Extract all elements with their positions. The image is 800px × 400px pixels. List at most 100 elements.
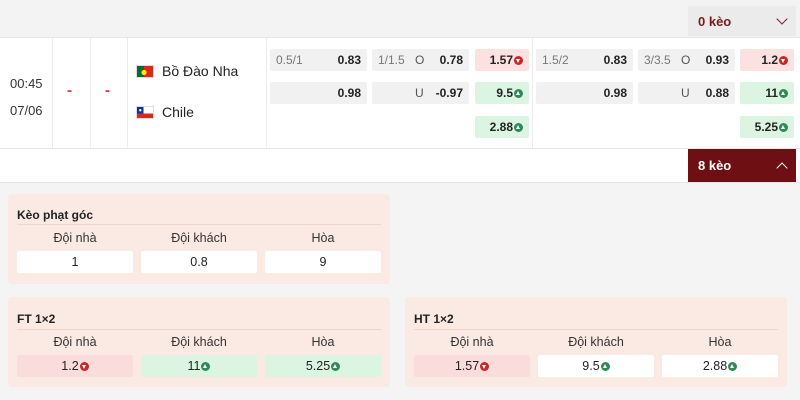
divider — [90, 38, 91, 148]
expand-bar — [0, 149, 800, 183]
away-team[interactable]: Chile — [136, 104, 194, 120]
odds-value: 5.25 — [305, 359, 331, 373]
corner-draw-odds[interactable]: 9 — [265, 251, 381, 273]
ht-over-label: O — [681, 53, 691, 67]
corner-away-odds[interactable]: 0.8 — [141, 251, 257, 273]
divider — [414, 329, 778, 330]
divider — [532, 38, 533, 148]
col-header-home: Đội nhà — [450, 335, 494, 349]
arrow-up-icon — [514, 122, 523, 132]
ft-1x2-away[interactable]: 9.5 — [475, 82, 529, 104]
arrow-up-icon — [779, 122, 788, 132]
match-time: 00:45 07/06 — [10, 70, 43, 124]
divider — [127, 38, 128, 148]
col-header-draw: Hòa — [708, 335, 732, 349]
ht-1x2-home[interactable]: 1.2 — [740, 49, 794, 71]
odds-value: 9.5 — [582, 359, 600, 373]
col-header-draw: Hòa — [311, 335, 335, 349]
arrow-down-icon — [480, 361, 490, 371]
divider — [17, 224, 381, 225]
arrow-down-icon — [514, 55, 523, 65]
chile-flag-icon — [136, 105, 154, 119]
corner-odds-card: Kèo phạt góc Đội nhà Đội khách Hòa 1 0.8… — [8, 194, 390, 284]
ft-card-home-odds[interactable]: 1.2 — [17, 355, 133, 377]
card-title: Kèo phạt góc — [17, 208, 94, 222]
keo-toggle-collapsed[interactable]: 0 kèo — [688, 6, 796, 36]
ht-handicap-away-odds: 0.98 — [603, 86, 627, 100]
ft-over-odds: 0.78 — [439, 53, 463, 67]
ht-over[interactable]: 3/3.5 O 0.93 — [638, 49, 735, 71]
home-team[interactable]: Bồ Đào Nha — [136, 63, 238, 79]
ht-1x2-draw[interactable]: 5.25 — [740, 116, 794, 138]
arrow-down-icon — [779, 55, 788, 65]
ft-over[interactable]: 1/1.5 O 0.78 — [372, 49, 469, 71]
ht-1x2-draw-odds: 5.25 — [754, 120, 778, 134]
arrow-up-icon — [779, 88, 788, 98]
kickoff-time: 00:45 — [10, 76, 43, 91]
ft-card-away-odds[interactable]: 11 — [141, 355, 257, 377]
ht-card-away-odds[interactable]: 9.5 — [538, 355, 654, 377]
divider — [17, 329, 381, 330]
ht-1x2-away[interactable]: 11 — [740, 82, 794, 104]
chevron-down-icon — [776, 13, 788, 25]
arrow-up-icon — [331, 361, 341, 371]
top-bar: 0 kèo — [0, 0, 800, 38]
col-header-away: Đội khách — [171, 231, 227, 245]
ht-1x2-home-odds: 1.2 — [761, 53, 778, 67]
ft-1x2-draw[interactable]: 2.88 — [475, 116, 529, 138]
odds-value: 1.2 — [61, 359, 79, 373]
ht-under[interactable]: U 0.88 — [638, 82, 735, 104]
extra-markets-panel: Kèo phạt góc Đội nhà Đội khách Hòa 1 0.8… — [0, 183, 800, 400]
divider — [52, 38, 53, 148]
ft-1x2-card: FT 1×2 Đội nhà Đội khách Hòa 1.2 11 5.25 — [8, 297, 390, 387]
arrow-up-icon — [728, 361, 738, 371]
col-header-home: Đội nhà — [53, 335, 97, 349]
ht-handicap-away[interactable]: 0.98 — [536, 82, 633, 104]
ft-over-label: O — [415, 53, 425, 67]
ft-1x2-draw-odds: 2.88 — [489, 120, 513, 134]
col-header-away: Đội khách — [171, 335, 227, 349]
ft-under-odds: -0.97 — [435, 86, 463, 100]
ft-handicap-home[interactable]: 0.5/1 0.83 — [270, 49, 367, 71]
keo-toggle-expanded[interactable]: 8 kèo — [688, 149, 796, 182]
ft-handicap-away[interactable]: 0.98 — [270, 82, 367, 104]
arrow-up-icon — [514, 88, 523, 98]
keo-count-label: 8 kèo — [698, 158, 732, 173]
kickoff-date: 07/06 — [10, 103, 43, 118]
ft-under[interactable]: U -0.97 — [372, 82, 469, 104]
arrow-up-icon — [201, 361, 211, 371]
portugal-flag-icon — [136, 64, 154, 78]
keo-count-label: 0 kèo — [698, 13, 732, 29]
col-header-draw: Hòa — [311, 231, 335, 245]
ht-1x2-card: HT 1×2 Đội nhà Đội khách Hòa 1.57 9.5 2.… — [405, 297, 787, 387]
away-score: - — [105, 82, 110, 99]
ht-under-odds: 0.88 — [705, 86, 729, 100]
arrow-up-icon — [600, 361, 610, 371]
odds-value: 11 — [187, 359, 201, 373]
odds-value: 1.57 — [454, 359, 480, 373]
ft-handicap-away-odds: 0.98 — [337, 86, 361, 100]
divider — [266, 38, 267, 148]
col-header-home: Đội nhà — [53, 231, 97, 245]
card-title: HT 1×2 — [414, 312, 454, 326]
corner-home-odds[interactable]: 1 — [17, 251, 133, 273]
ht-ou-line: 3/3.5 — [644, 53, 671, 67]
card-title: FT 1×2 — [17, 312, 56, 326]
ft-handicap-line: 0.5/1 — [276, 53, 303, 67]
ft-under-label: U — [415, 86, 424, 100]
chevron-up-icon — [776, 161, 788, 174]
match-row[interactable]: 00:45 07/06 - - Bồ Đào Nha Chile 0.5/1 0… — [0, 38, 800, 149]
ft-card-draw-odds[interactable]: 5.25 — [265, 355, 381, 377]
ft-1x2-away-odds: 9.5 — [496, 86, 513, 100]
ft-handicap-home-odds: 0.83 — [337, 53, 361, 67]
ht-card-draw-odds[interactable]: 2.88 — [662, 355, 778, 377]
col-header-away: Đội khách — [568, 335, 624, 349]
ht-handicap-home-odds: 0.83 — [603, 53, 627, 67]
ht-handicap-home[interactable]: 1.5/2 0.83 — [536, 49, 633, 71]
ft-1x2-home-odds: 1.57 — [489, 53, 513, 67]
ft-1x2-home[interactable]: 1.57 — [475, 49, 529, 71]
away-team-name: Chile — [162, 104, 194, 120]
ht-handicap-line: 1.5/2 — [542, 53, 569, 67]
ht-card-home-odds[interactable]: 1.57 — [414, 355, 530, 377]
ht-under-label: U — [681, 86, 690, 100]
